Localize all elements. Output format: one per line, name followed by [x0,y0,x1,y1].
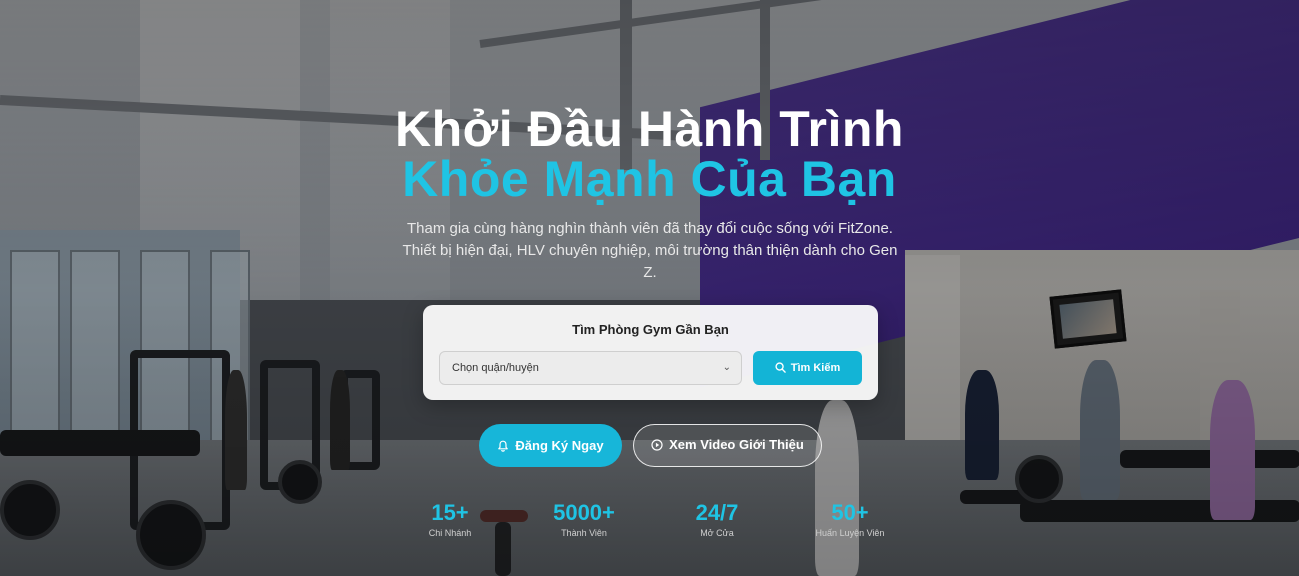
district-select[interactable]: Chọn quận/huyện ⌄ [439,351,742,385]
bell-icon [498,440,509,452]
chevron-down-icon: ⌄ [722,362,731,373]
stat-branches: 15+ Chi Nhánh [380,500,520,538]
search-button[interactable]: Tìm Kiếm [753,351,862,385]
stat-value: 24/7 [695,500,739,525]
stat-open-hours: 24/7 Mở Cửa [647,500,787,538]
watch-video-button[interactable]: Xem Video Giới Thiệu [633,424,822,467]
search-icon [775,362,786,373]
watch-video-button-label: Xem Video Giới Thiệu [669,437,804,452]
search-button-label: Tìm Kiếm [790,362,841,374]
stat-trainers: 50+ Huấn Luyện Viên [780,500,920,538]
stat-label: Mở Cửa [700,528,734,538]
hero-subtitle: Tham gia cùng hàng nghìn thành viên đã t… [402,220,898,281]
gym-search-card: Tìm Phòng Gym Gần Bạn Chọn quận/huyện ⌄ … [423,305,878,400]
stat-value: 5000+ [553,500,615,525]
district-select-value: Chọn quận/huyện [452,362,539,374]
stat-members: 5000+ Thành Viên [514,500,654,538]
hero-section: Khởi Đầu Hành Trình Khỏe Mạnh Của Bạn Th… [0,0,1299,576]
register-button-label: Đăng Ký Ngay [515,438,604,453]
play-circle-icon [651,439,663,451]
stat-value: 15+ [431,500,469,525]
search-card-title: Tìm Phòng Gym Gần Bạn [572,322,729,337]
stat-label: Huấn Luyện Viên [815,528,885,538]
stat-label: Thành Viên [561,528,607,538]
stat-label: Chi Nhánh [428,528,472,538]
register-button[interactable]: Đăng Ký Ngay [479,424,622,467]
stat-value: 50+ [831,500,869,525]
hero-title-line2: Khỏe Mạnh Của Bạn [402,151,897,207]
